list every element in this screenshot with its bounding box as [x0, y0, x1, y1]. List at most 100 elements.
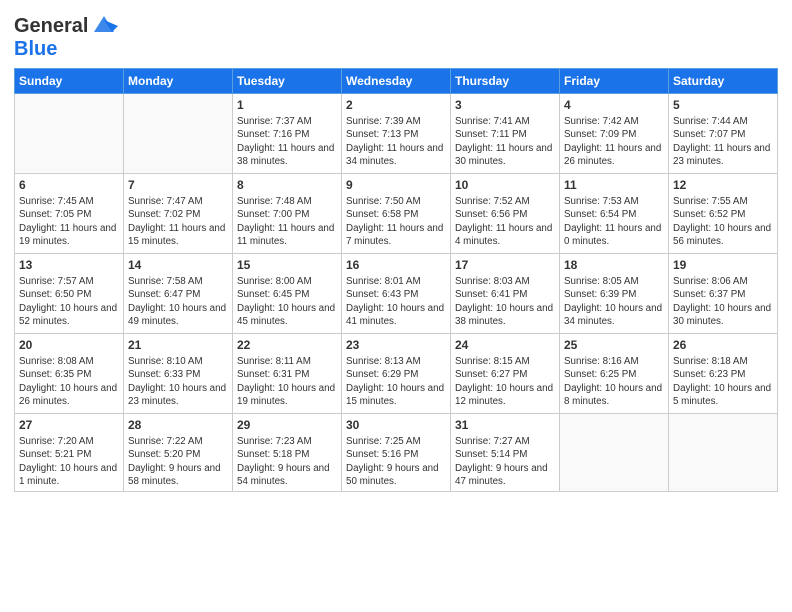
day-number: 18	[564, 257, 664, 273]
day-number: 27	[19, 417, 119, 433]
day-info: Sunrise: 7:20 AMSunset: 5:21 PMDaylight:…	[19, 435, 119, 488]
day-number: 16	[346, 257, 446, 273]
calendar-cell: 12 Sunrise: 7:55 AMSunset: 6:52 PMDayligh…	[669, 174, 778, 254]
calendar-week-3: 13 Sunrise: 7:57 AMSunset: 6:50 PMDayligh…	[15, 254, 778, 334]
day-info: Sunrise: 7:42 AMSunset: 7:09 PMDaylight:…	[564, 115, 664, 168]
day-number: 28	[128, 417, 228, 433]
day-number: 2	[346, 97, 446, 113]
day-number: 29	[237, 417, 337, 433]
day-number: 13	[19, 257, 119, 273]
calendar-cell: 29 Sunrise: 7:23 AMSunset: 5:18 PMDayligh…	[233, 414, 342, 492]
weekday-header-monday: Monday	[124, 69, 233, 94]
calendar-cell: 8 Sunrise: 7:48 AMSunset: 7:00 PMDaylight…	[233, 174, 342, 254]
day-number: 20	[19, 337, 119, 353]
day-info: Sunrise: 7:39 AMSunset: 7:13 PMDaylight:…	[346, 115, 446, 168]
day-info: Sunrise: 7:55 AMSunset: 6:52 PMDaylight:…	[673, 195, 773, 248]
calendar-cell	[560, 414, 669, 492]
logo-text-general: General	[14, 15, 88, 37]
day-number: 4	[564, 97, 664, 113]
logo: General Blue	[14, 14, 118, 60]
day-number: 3	[455, 97, 555, 113]
calendar-cell: 17 Sunrise: 8:03 AMSunset: 6:41 PMDayligh…	[451, 254, 560, 334]
calendar-cell: 16 Sunrise: 8:01 AMSunset: 6:43 PMDayligh…	[342, 254, 451, 334]
calendar-cell: 27 Sunrise: 7:20 AMSunset: 5:21 PMDayligh…	[15, 414, 124, 492]
day-number: 12	[673, 177, 773, 193]
page: General Blue SundayMondayTuesdayWednesda…	[0, 0, 792, 502]
logo-icon	[90, 10, 118, 38]
calendar-cell: 3 Sunrise: 7:41 AMSunset: 7:11 PMDaylight…	[451, 94, 560, 174]
day-info: Sunrise: 8:11 AMSunset: 6:31 PMDaylight:…	[237, 355, 337, 408]
day-info: Sunrise: 8:01 AMSunset: 6:43 PMDaylight:…	[346, 275, 446, 328]
day-info: Sunrise: 8:08 AMSunset: 6:35 PMDaylight:…	[19, 355, 119, 408]
day-info: Sunrise: 7:57 AMSunset: 6:50 PMDaylight:…	[19, 275, 119, 328]
day-number: 22	[237, 337, 337, 353]
calendar-cell	[669, 414, 778, 492]
calendar-cell: 11Sunrise: 7:53 AMSunset: 6:54 PMDayligh…	[560, 174, 669, 254]
day-number: 23	[346, 337, 446, 353]
calendar-cell: 9Sunrise: 7:50 AMSunset: 6:58 PMDaylight…	[342, 174, 451, 254]
day-number: 9	[346, 177, 446, 193]
day-info: Sunrise: 8:15 AMSunset: 6:27 PMDaylight:…	[455, 355, 555, 408]
day-number: 25	[564, 337, 664, 353]
calendar-cell: 15Sunrise: 8:00 AMSunset: 6:45 PMDayligh…	[233, 254, 342, 334]
logo-text-blue: Blue	[14, 38, 118, 60]
day-number: 19	[673, 257, 773, 273]
day-number: 10	[455, 177, 555, 193]
day-info: Sunrise: 7:45 AMSunset: 7:05 PMDaylight:…	[19, 195, 119, 248]
day-info: Sunrise: 8:13 AMSunset: 6:29 PMDaylight:…	[346, 355, 446, 408]
day-info: Sunrise: 7:47 AMSunset: 7:02 PMDaylight:…	[128, 195, 228, 248]
day-info: Sunrise: 7:58 AMSunset: 6:47 PMDaylight:…	[128, 275, 228, 328]
day-info: Sunrise: 8:16 AMSunset: 6:25 PMDaylight:…	[564, 355, 664, 408]
calendar-cell: 30Sunrise: 7:25 AMSunset: 5:16 PMDayligh…	[342, 414, 451, 492]
day-info: Sunrise: 7:53 AMSunset: 6:54 PMDaylight:…	[564, 195, 664, 248]
calendar-week-4: 20 Sunrise: 8:08 AMSunset: 6:35 PMDayligh…	[15, 334, 778, 414]
calendar-cell: 14 Sunrise: 7:58 AMSunset: 6:47 PMDayligh…	[124, 254, 233, 334]
calendar-cell: 21Sunrise: 8:10 AMSunset: 6:33 PMDayligh…	[124, 334, 233, 414]
day-info: Sunrise: 8:18 AMSunset: 6:23 PMDaylight:…	[673, 355, 773, 408]
day-number: 30	[346, 417, 446, 433]
calendar-cell: 22 Sunrise: 8:11 AMSunset: 6:31 PMDayligh…	[233, 334, 342, 414]
calendar-cell: 4 Sunrise: 7:42 AMSunset: 7:09 PMDaylight…	[560, 94, 669, 174]
calendar-cell: 25 Sunrise: 8:16 AMSunset: 6:25 PMDayligh…	[560, 334, 669, 414]
weekday-header-row: SundayMondayTuesdayWednesdayThursdayFrid…	[15, 69, 778, 94]
day-number: 17	[455, 257, 555, 273]
day-info: Sunrise: 7:23 AMSunset: 5:18 PMDaylight:…	[237, 435, 337, 488]
day-info: Sunrise: 7:37 AMSunset: 7:16 PMDaylight:…	[237, 115, 337, 168]
calendar-cell: 7 Sunrise: 7:47 AMSunset: 7:02 PMDaylight…	[124, 174, 233, 254]
weekday-header-thursday: Thursday	[451, 69, 560, 94]
day-info: Sunrise: 7:27 AMSunset: 5:14 PMDaylight:…	[455, 435, 555, 488]
calendar-week-1: 1 Sunrise: 7:37 AMSunset: 7:16 PMDaylight…	[15, 94, 778, 174]
calendar-cell: 1 Sunrise: 7:37 AMSunset: 7:16 PMDaylight…	[233, 94, 342, 174]
calendar-cell: 6 Sunrise: 7:45 AMSunset: 7:05 PMDaylight…	[15, 174, 124, 254]
calendar-week-5: 27 Sunrise: 7:20 AMSunset: 5:21 PMDayligh…	[15, 414, 778, 492]
calendar-week-2: 6 Sunrise: 7:45 AMSunset: 7:05 PMDaylight…	[15, 174, 778, 254]
weekday-header-saturday: Saturday	[669, 69, 778, 94]
weekday-header-tuesday: Tuesday	[233, 69, 342, 94]
day-number: 5	[673, 97, 773, 113]
day-number: 7	[128, 177, 228, 193]
calendar-cell: 18 Sunrise: 8:05 AMSunset: 6:39 PMDayligh…	[560, 254, 669, 334]
day-info: Sunrise: 7:41 AMSunset: 7:11 PMDaylight:…	[455, 115, 555, 168]
day-number: 26	[673, 337, 773, 353]
day-number: 21	[128, 337, 228, 353]
day-number: 1	[237, 97, 337, 113]
day-number: 24	[455, 337, 555, 353]
day-info: Sunrise: 8:03 AMSunset: 6:41 PMDaylight:…	[455, 275, 555, 328]
day-number: 8	[237, 177, 337, 193]
day-number: 14	[128, 257, 228, 273]
calendar-cell: 10 Sunrise: 7:52 AMSunset: 6:56 PMDayligh…	[451, 174, 560, 254]
day-number: 6	[19, 177, 119, 193]
day-number: 31	[455, 417, 555, 433]
calendar-cell: 26 Sunrise: 8:18 AMSunset: 6:23 PMDayligh…	[669, 334, 778, 414]
calendar-cell: 20 Sunrise: 8:08 AMSunset: 6:35 PMDayligh…	[15, 334, 124, 414]
day-number: 15	[237, 257, 337, 273]
calendar-table: SundayMondayTuesdayWednesdayThursdayFrid…	[14, 68, 778, 492]
day-info: Sunrise: 8:06 AMSunset: 6:37 PMDaylight:…	[673, 275, 773, 328]
day-info: Sunrise: 7:48 AMSunset: 7:00 PMDaylight:…	[237, 195, 337, 248]
day-info: Sunrise: 8:05 AMSunset: 6:39 PMDaylight:…	[564, 275, 664, 328]
day-info: Sunrise: 7:52 AMSunset: 6:56 PMDaylight:…	[455, 195, 555, 248]
calendar-cell	[124, 94, 233, 174]
calendar-cell: 28Sunrise: 7:22 AMSunset: 5:20 PMDayligh…	[124, 414, 233, 492]
calendar-cell: 23 Sunrise: 8:13 AMSunset: 6:29 PMDayligh…	[342, 334, 451, 414]
calendar-cell: 19 Sunrise: 8:06 AMSunset: 6:37 PMDayligh…	[669, 254, 778, 334]
